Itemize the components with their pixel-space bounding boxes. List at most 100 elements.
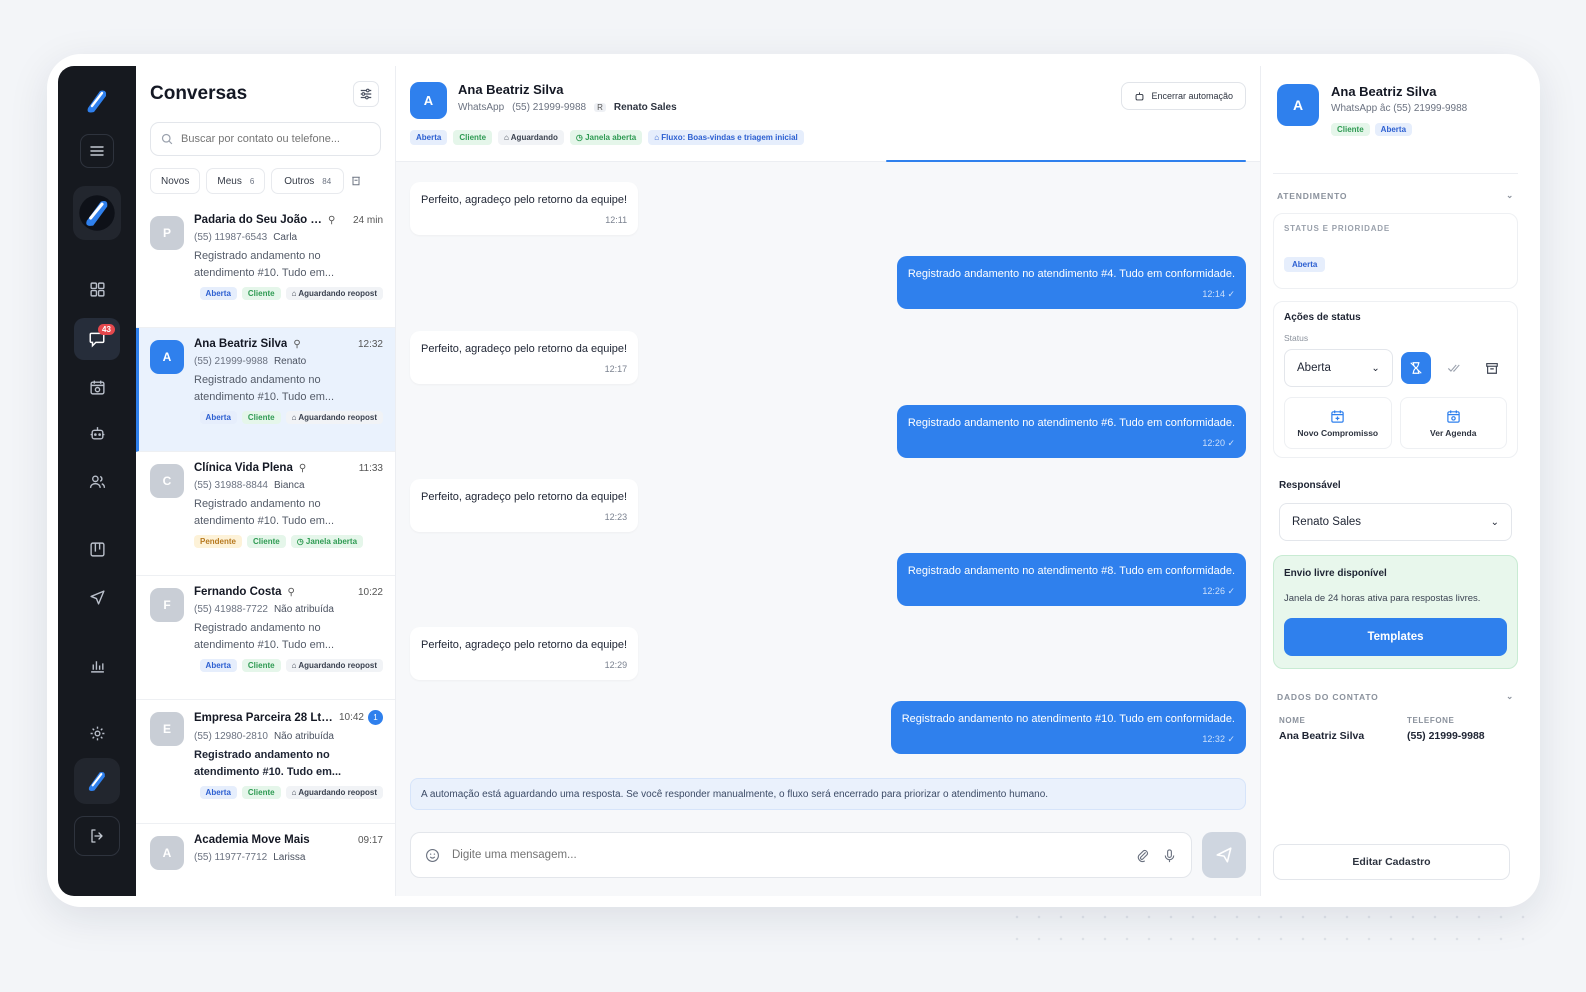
filter-label: Novos [161, 175, 190, 187]
message-composer [410, 832, 1192, 878]
agent-initial: R [594, 103, 606, 112]
window-badge: ◷ Janela aberta [290, 535, 364, 548]
filter-tabs: Novos Meus 6 Outros 84 [136, 156, 395, 204]
view-agenda-button[interactable]: Ver Agenda [1399, 397, 1507, 449]
message-text: Registrado andamento no atendimento #4. … [907, 268, 1235, 280]
search-input[interactable] [181, 133, 361, 145]
conversation-item[interactable]: P Padaria do Seu João L... ⚲ 24 min (55) 1… [136, 204, 395, 328]
settings-nav[interactable] [80, 716, 114, 750]
responsible-select[interactable]: Renato Sales ⌄ [1279, 503, 1512, 541]
chevron-down-icon: ⌄ [1490, 516, 1499, 528]
last-message-preview: Registrado andamento no atendimento #10.… [194, 250, 335, 279]
filter-outros[interactable]: Outros 84 [271, 168, 345, 194]
resolve-button[interactable] [1439, 352, 1469, 384]
edit-contact-button[interactable]: Editar Cadastro [1273, 844, 1510, 880]
campaigns-nav[interactable] [80, 580, 114, 614]
card-title: STATUS E PRIORIDADE [1284, 224, 1391, 233]
section-title: DADOS DO CONTATO [1277, 691, 1379, 702]
dashboard-nav[interactable] [80, 272, 114, 306]
contact-fields: NOME Ana Beatriz Silva TELEFONE (55) 21999… [1273, 702, 1518, 742]
outgoing-message: Registrado andamento no atendimento #10.… [890, 701, 1246, 754]
assigned-agent: Bianca [273, 480, 305, 491]
archive-button[interactable] [1477, 352, 1507, 384]
conversation-time: 09:17 [357, 834, 383, 846]
incoming-message: Perfeito, agradeço pelo retorno da equip… [410, 182, 639, 235]
contact-phone: (55) 41988-7722 [194, 604, 268, 615]
contacts-nav[interactable] [80, 464, 114, 498]
hourglass-off-icon [1410, 362, 1422, 374]
workspace-logo-button[interactable] [73, 186, 121, 240]
search-icon [161, 133, 173, 145]
contact-name: Ana Beatriz Silva [194, 338, 288, 350]
status-badge: Aberta [1374, 123, 1413, 136]
reports-nav[interactable] [80, 648, 114, 682]
conversation-item[interactable]: C Clínica Vida Plena ⚲ 11:33 (55) 31988-88… [136, 452, 395, 576]
section-title: ATENDIMENTO [1277, 190, 1348, 201]
type-badge: Cliente [453, 130, 493, 145]
brand-button[interactable] [74, 758, 120, 804]
conversation-time: 10:42 [338, 712, 364, 723]
conversation-item[interactable]: A Academia Move Mais 09:17 (55) 11977-771… [136, 824, 395, 884]
assigned-agent: Não atribuída [273, 604, 334, 615]
filter-meus[interactable]: Meus 6 [206, 168, 266, 194]
last-message-preview: Registrado andamento no atendimento #10.… [194, 749, 342, 778]
kanban-icon [89, 541, 105, 557]
status-actions-card: Ações de status Status Aberta ⌄ Novo Comp… [1273, 301, 1518, 458]
section-atendimento-header[interactable]: ATENDIMENTO ⌄ [1273, 190, 1518, 201]
avatar: A [1277, 84, 1319, 126]
conversation-item[interactable]: F Fernando Costa ⚲ 10:22 (55) 41988-7722 Nã… [136, 576, 395, 700]
emoji-icon[interactable] [425, 848, 440, 863]
archive-filter-icon[interactable] [350, 175, 362, 187]
filter-label: Outros [284, 175, 315, 187]
conversations-nav[interactable]: 43 [74, 318, 120, 360]
unread-count-badge: 43 [98, 324, 115, 335]
message-time: 12:23 [604, 512, 628, 522]
assigned-agent: Renato Sales [613, 102, 677, 113]
contact-name: Academia Move Mais [194, 834, 310, 846]
avatar: E [150, 712, 184, 746]
status-select[interactable]: Aberta ⌄ [1284, 349, 1393, 387]
microphone-icon[interactable] [1162, 848, 1177, 863]
status-badge: Aberta [410, 130, 448, 145]
conversation-time: 12:32 [357, 338, 383, 350]
message-text: Perfeito, agradeço pelo retorno da equip… [421, 343, 628, 355]
templates-button[interactable]: Templates [1284, 618, 1507, 656]
calendar-nav[interactable] [80, 370, 114, 404]
automation-nav[interactable] [80, 416, 114, 450]
contact-phone: (55) 21999-9988 [512, 102, 587, 113]
filter-label: Meus [217, 175, 242, 187]
message-text: Registrado andamento no atendimento #6. … [907, 417, 1235, 429]
avatar: F [150, 588, 184, 622]
pin-icon: ⚲ [328, 214, 336, 226]
avatar: A [150, 340, 184, 374]
filter-novos[interactable]: Novos [150, 168, 201, 194]
contact-phone: (55) 11977-7712 [194, 852, 268, 863]
menu-toggle-button[interactable] [80, 134, 114, 168]
calendar-plus-icon [1331, 409, 1344, 423]
pause-automation-button[interactable] [1400, 352, 1431, 384]
logout-button[interactable] [74, 816, 120, 856]
contact-phone: (55) 12980-2810 [194, 731, 268, 742]
pin-icon: ⚲ [287, 586, 295, 598]
new-appointment-button[interactable]: Novo Compromisso [1284, 397, 1392, 449]
attachment-icon[interactable] [1135, 848, 1150, 863]
contact-name: Clínica Vida Plena [194, 462, 293, 474]
status-badge: Pendente [194, 535, 243, 548]
kanban-nav[interactable] [80, 532, 114, 566]
message-input[interactable] [452, 849, 1123, 861]
status-badge: Aberta [199, 287, 237, 300]
section-contact-header[interactable]: DADOS DO CONTATO ⌄ [1273, 691, 1518, 702]
grid-icon [89, 281, 105, 297]
app-logo [80, 84, 114, 118]
end-automation-button[interactable]: Encerrar automação [1121, 82, 1246, 110]
outgoing-message: Registrado andamento no atendimento #8. … [896, 553, 1246, 606]
chat-panel: A Ana Beatriz Silva WhatsApp (55) 21999-9… [396, 66, 1260, 896]
send-button[interactable] [1202, 832, 1246, 878]
message-time: 12:11 [605, 215, 628, 225]
conversation-item-selected[interactable]: A Ana Beatriz Silva ⚲ 12:32 (55) 21999-998… [136, 328, 395, 452]
assigned-agent: Larissa [273, 852, 306, 863]
list-settings-button[interactable] [353, 81, 379, 107]
conversation-item[interactable]: E Empresa Parceira 28 Ltda 10:42 1 (55) 12… [136, 700, 395, 824]
workspace-logo-icon [79, 195, 115, 231]
automation-notice: A automação está aguardando uma resposta… [410, 778, 1246, 810]
